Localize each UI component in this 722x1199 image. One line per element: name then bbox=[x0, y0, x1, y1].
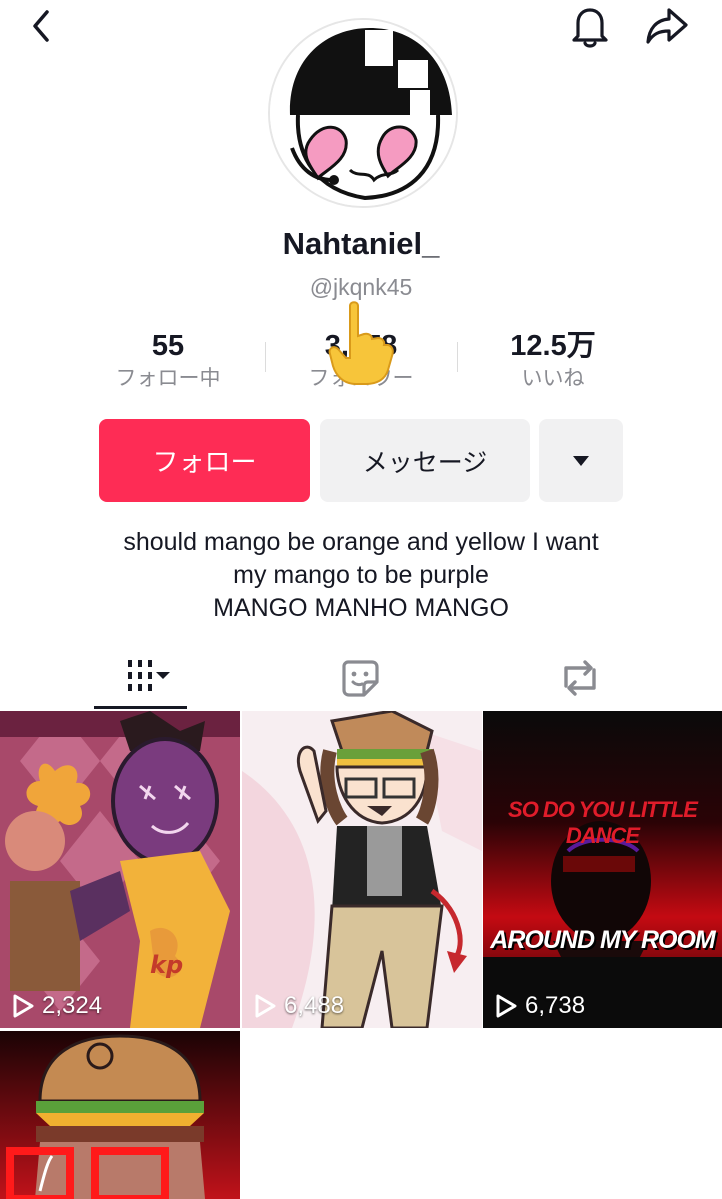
stat-likes-count: 12.5万 bbox=[510, 330, 596, 362]
username-handle: @jkqnk45 bbox=[309, 274, 413, 300]
view-count-text: 6,738 bbox=[525, 992, 586, 1019]
view-count: 6,488 bbox=[254, 992, 344, 1020]
video-thumbnail[interactable]: 6,488 bbox=[242, 711, 482, 1028]
video-thumbnail-image bbox=[0, 1031, 240, 1199]
play-icon bbox=[496, 994, 517, 1018]
view-count-text: 6,488 bbox=[284, 992, 345, 1019]
video-thumbnail-image: kp bbox=[0, 711, 240, 1028]
stat-following-label: フォロー中 bbox=[115, 366, 221, 390]
stat-likes-label: いいね bbox=[521, 366, 585, 390]
caret-down-icon bbox=[573, 455, 589, 466]
more-options-button[interactable] bbox=[539, 419, 623, 502]
chevron-left-icon bbox=[33, 10, 49, 42]
video-thumbnail-image bbox=[483, 711, 722, 1028]
share-arrow-icon bbox=[646, 8, 688, 44]
tab-videos[interactable] bbox=[94, 645, 187, 709]
view-count: 6,738 bbox=[495, 992, 585, 1020]
grid-videos-icon bbox=[127, 659, 170, 691]
svg-text:kp: kp bbox=[150, 951, 183, 979]
video-thumbnail[interactable]: SO DO YOU LITTLE DANCE AROUND MY ROOM 6,… bbox=[483, 711, 722, 1028]
favorites-icon bbox=[342, 660, 379, 697]
play-icon bbox=[13, 994, 34, 1018]
bio-line: MANGO MANHO MANGO bbox=[213, 594, 509, 622]
play-icon bbox=[255, 994, 276, 1018]
follow-button[interactable]: フォロー bbox=[99, 419, 310, 502]
view-count: 2,324 bbox=[12, 992, 102, 1020]
view-count-text: 2,324 bbox=[42, 992, 103, 1019]
tab-reposts[interactable] bbox=[540, 645, 620, 711]
video-thumbnail-image bbox=[242, 711, 482, 1028]
bio-line: my mango to be purple bbox=[233, 561, 489, 589]
stat-following[interactable]: 55 フォロー中 bbox=[73, 328, 263, 392]
avatar[interactable] bbox=[268, 18, 458, 208]
video-grid: kp 2,324 6,488 SO DO YOU LITTLE DANCE AR… bbox=[0, 711, 722, 1199]
tab-favorites[interactable] bbox=[320, 645, 400, 711]
bio: should mango be orange and yellow I want… bbox=[40, 526, 682, 625]
display-name: Nahtaniel_ bbox=[282, 226, 440, 261]
notification-button[interactable] bbox=[568, 4, 612, 48]
bio-line: should mango be orange and yellow I want bbox=[123, 528, 599, 556]
share-button[interactable] bbox=[645, 4, 689, 48]
video-thumbnail[interactable]: kp 2,324 bbox=[0, 711, 240, 1028]
video-thumbnail[interactable] bbox=[0, 1031, 240, 1199]
stat-likes[interactable]: 12.5万 いいね bbox=[458, 328, 648, 392]
avatar-image bbox=[270, 20, 456, 206]
pointing-hand-icon bbox=[328, 301, 394, 385]
back-button[interactable] bbox=[20, 4, 64, 48]
video-caption: SO DO YOU LITTLE DANCE bbox=[508, 797, 698, 848]
reposts-icon bbox=[564, 660, 596, 696]
stat-following-count: 55 bbox=[151, 330, 185, 362]
bell-icon bbox=[572, 8, 608, 48]
content-tabs bbox=[0, 645, 722, 711]
message-button[interactable]: メッセージ bbox=[320, 419, 530, 502]
video-caption: AROUND MY ROOM bbox=[490, 926, 715, 954]
